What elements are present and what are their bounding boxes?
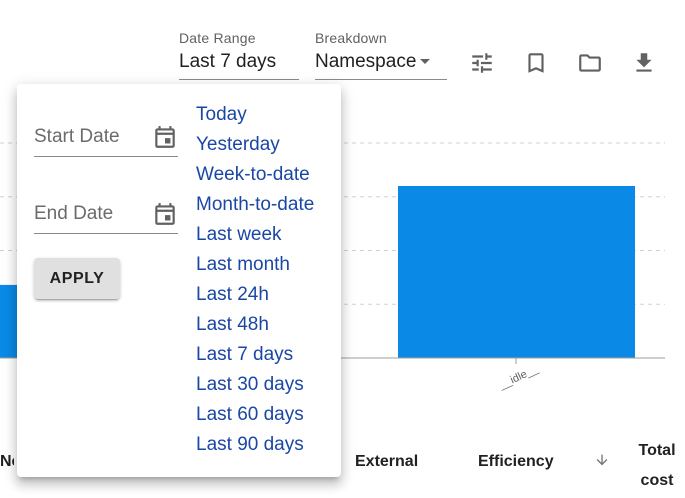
dropdown-arrow-icon[interactable]	[420, 59, 431, 65]
date-preset-last-month[interactable]: Last month	[196, 250, 314, 280]
date-preset-last-48h[interactable]: Last 48h	[196, 310, 314, 340]
download-icon[interactable]	[629, 48, 659, 78]
breakdown-label: Breakdown	[315, 30, 387, 46]
end-date-field[interactable]: End Date	[34, 194, 178, 234]
breakdown-select[interactable]: Breakdown Namespace	[315, 30, 447, 80]
date-preset-last-90-days[interactable]: Last 90 days	[196, 430, 314, 460]
start-date-placeholder[interactable]: Start Date	[34, 126, 120, 148]
column-header-network[interactable]: Netw	[0, 453, 14, 471]
date-preset-last-24h[interactable]: Last 24h	[196, 280, 314, 310]
date-range-popover: Start Date End Date APPLY Today Yesterday…	[17, 84, 341, 477]
column-header-efficiency[interactable]: Efficiency	[478, 453, 554, 471]
date-range-value[interactable]: Last 7 days	[179, 51, 299, 73]
folder-icon[interactable]	[575, 48, 605, 78]
column-header-external[interactable]: External	[355, 453, 418, 471]
chart-bar[interactable]	[398, 186, 635, 358]
calendar-icon[interactable]	[152, 201, 178, 227]
date-preset-last-30-days[interactable]: Last 30 days	[196, 370, 314, 400]
date-preset-yesterday[interactable]: Yesterday	[196, 130, 314, 160]
date-range-label: Date Range	[179, 30, 256, 46]
apply-button[interactable]: APPLY	[34, 258, 120, 299]
date-range-underline	[179, 79, 299, 80]
end-date-placeholder[interactable]: End Date	[34, 203, 113, 225]
column-header-total-cost[interactable]: Total cost	[632, 436, 682, 496]
date-preset-list: Today Yesterday Week-to-date Month-to-date L…	[196, 100, 314, 460]
total-cost-line2: cost	[640, 472, 674, 489]
chart-bar[interactable]	[0, 284, 18, 358]
bookmark-icon[interactable]	[521, 48, 551, 78]
date-preset-last-7-days[interactable]: Last 7 days	[196, 340, 314, 370]
filter-settings-icon[interactable]	[467, 48, 497, 78]
breakdown-value-wrap[interactable]: Namespace	[315, 51, 447, 73]
calendar-icon[interactable]	[152, 124, 178, 150]
breakdown-value[interactable]: Namespace	[315, 51, 416, 72]
x-tick-label: __idle__	[496, 363, 540, 392]
date-preset-last-60-days[interactable]: Last 60 days	[196, 400, 314, 430]
date-preset-week-to-date[interactable]: Week-to-date	[196, 160, 314, 190]
date-preset-today[interactable]: Today	[196, 100, 314, 130]
date-range-select[interactable]: Date Range Last 7 days	[179, 30, 299, 80]
breakdown-underline	[315, 79, 447, 80]
date-preset-month-to-date[interactable]: Month-to-date	[196, 190, 314, 220]
start-date-field[interactable]: Start Date	[34, 117, 178, 157]
sort-arrow-down-icon[interactable]	[594, 452, 610, 468]
total-cost-line1: Total	[638, 442, 676, 459]
date-preset-last-week[interactable]: Last week	[196, 220, 314, 250]
